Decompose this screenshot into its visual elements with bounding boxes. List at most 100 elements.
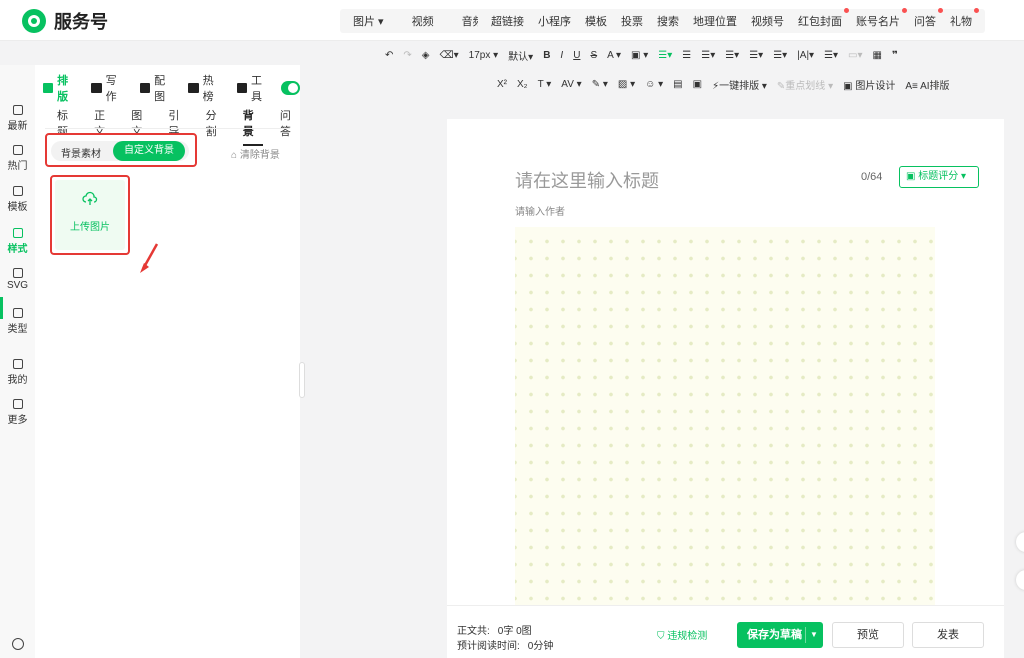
publish-button[interactable]: 发表 bbox=[912, 622, 984, 648]
insert-image-menu[interactable]: 图片 ▾ bbox=[346, 13, 391, 29]
article-body-area[interactable] bbox=[515, 227, 935, 605]
indent-icon[interactable]: ☰▾ bbox=[696, 50, 720, 61]
insert-item-8[interactable]: 账号名片 bbox=[849, 8, 907, 29]
image-design-button[interactable]: ▣ 图片设计 bbox=[838, 77, 900, 92]
insert-item-6[interactable]: 视频号 bbox=[744, 13, 791, 29]
panel-tabs: 排版 写作 配图 热榜 工具 bbox=[43, 72, 300, 104]
image-icon[interactable]: ▨ ▾ bbox=[613, 79, 640, 90]
nav-icon bbox=[12, 186, 23, 196]
help-icon[interactable] bbox=[12, 638, 24, 650]
panel-tab-3[interactable]: 热榜 bbox=[188, 72, 222, 104]
align-left-icon[interactable]: ☰▾ bbox=[653, 50, 677, 61]
subscript-icon[interactable]: X₂ bbox=[512, 79, 533, 90]
sidenav-item-3[interactable]: 样式 bbox=[0, 228, 35, 255]
font-family-select[interactable]: 默认▾ bbox=[503, 48, 538, 63]
nav-icon bbox=[12, 399, 23, 409]
font-size-select[interactable]: 17px ▾ bbox=[464, 50, 504, 61]
sidenav-item-0[interactable]: 最新 bbox=[0, 105, 35, 132]
undo-icon[interactable]: ↶ bbox=[380, 50, 398, 61]
paragraph-spacing-icon[interactable]: ☰▾ bbox=[744, 50, 768, 61]
nav-icon bbox=[12, 105, 23, 115]
format-toolbar: ↶ ↷ ◈ ⌫▾ 17px ▾ 默认▾ B I U S A ▾ ▣ ▾ ☰▾ ☰… bbox=[300, 44, 1024, 100]
style-panel: 排版 写作 配图 热榜 工具 标题 正文 图文 引导 分割 背景 问答 背景素材 自定义背景 ⌂ 清… bbox=[35, 65, 300, 658]
title-input[interactable]: 请在这里输入标题 bbox=[515, 167, 659, 193]
kerning-icon[interactable]: AV ▾ bbox=[556, 79, 586, 90]
list-icon[interactable]: ☰▾ bbox=[768, 50, 792, 61]
sidenav-item-2[interactable]: 模板 bbox=[0, 186, 35, 213]
sidenav-item-4[interactable]: SVG bbox=[0, 268, 35, 291]
highlight-underline-button[interactable]: ✎重点划线 ▾ bbox=[772, 77, 838, 92]
tab-icon bbox=[43, 83, 54, 93]
sidenav-item-6[interactable]: 我的 bbox=[0, 359, 35, 386]
clear-format-icon[interactable]: ⌫▾ bbox=[434, 50, 463, 61]
sidenav-item-5[interactable]: 类型 bbox=[0, 308, 35, 335]
insert-item-2[interactable]: 模板 bbox=[578, 13, 614, 29]
italic-icon[interactable]: I bbox=[555, 50, 568, 61]
upload-image-button[interactable]: 上传图片 bbox=[55, 180, 125, 250]
floating-edge-button[interactable] bbox=[1016, 570, 1024, 590]
underline-icon[interactable]: U bbox=[568, 50, 585, 61]
divider-icon[interactable]: ▭▾ bbox=[843, 50, 867, 61]
panel-tab-2[interactable]: 配图 bbox=[139, 72, 174, 104]
title-score-button[interactable]: ▣ 标题评分 ▾ bbox=[899, 166, 979, 188]
text-style-icon[interactable]: T ▾ bbox=[533, 79, 557, 90]
preview-button[interactable]: 预览 bbox=[832, 622, 904, 648]
insert-item-7[interactable]: 红包封面 bbox=[791, 8, 849, 29]
redo-icon[interactable]: ↷ bbox=[398, 50, 416, 61]
ai-layout-button[interactable]: A≡ AI排版 bbox=[900, 77, 954, 92]
save-draft-button[interactable]: 保存为草稿 ▼ bbox=[737, 622, 823, 648]
toolbox-icon[interactable]: ▣ bbox=[688, 79, 707, 90]
magic-wand-icon[interactable]: ✎ ▾ bbox=[587, 79, 613, 90]
table-icon[interactable]: ▦ bbox=[868, 50, 887, 61]
sidenav-item-7[interactable]: 更多 bbox=[0, 399, 35, 426]
strikethrough-icon[interactable]: S bbox=[585, 50, 602, 61]
compliance-check-button[interactable]: ⛉ 违规检测 bbox=[657, 627, 707, 642]
subtab-6[interactable]: 问答 bbox=[280, 107, 300, 146]
nav-icon bbox=[12, 359, 23, 369]
html-icon[interactable]: ▤ bbox=[668, 79, 687, 90]
panel-tab-0[interactable]: 排版 bbox=[43, 72, 77, 104]
custom-bg-tab[interactable]: 自定义背景 bbox=[113, 141, 185, 161]
quote-icon[interactable]: ❞ bbox=[887, 50, 903, 61]
subtab-5[interactable]: 背景 bbox=[242, 107, 263, 146]
clear-background-button[interactable]: ⌂ 清除背景 bbox=[231, 146, 280, 161]
letter-spacing-icon[interactable]: |A|▾ bbox=[792, 50, 819, 61]
insert-item-0[interactable]: 超链接 bbox=[484, 13, 531, 29]
panel-tab-1[interactable]: 写作 bbox=[91, 72, 125, 104]
subtabs-divider bbox=[45, 128, 290, 129]
title-char-count: 0/64 bbox=[861, 171, 883, 183]
annotation-arrow-icon bbox=[140, 243, 159, 273]
panel-toggle-switch[interactable] bbox=[281, 81, 300, 95]
bg-material-tab[interactable]: 背景素材 bbox=[61, 145, 101, 160]
insert-item-9[interactable]: 问答 bbox=[907, 8, 943, 29]
font-color-icon[interactable]: A ▾ bbox=[602, 50, 626, 61]
insert-item-5[interactable]: 地理位置 bbox=[686, 13, 744, 29]
panel-resize-handle[interactable] bbox=[299, 362, 305, 398]
panel-tab-4[interactable]: 工具 bbox=[236, 72, 271, 104]
superscript-icon[interactable]: X² bbox=[492, 79, 512, 90]
insert-item-1[interactable]: 小程序 bbox=[531, 13, 578, 29]
author-input[interactable]: 请输入作者 bbox=[515, 203, 565, 218]
sidenav-item-1[interactable]: 热门 bbox=[0, 145, 35, 172]
line-height-icon[interactable]: ☰▾ bbox=[720, 50, 744, 61]
format-painter-icon[interactable]: ◈ bbox=[417, 50, 435, 61]
align-center-icon[interactable]: ☰ bbox=[677, 50, 696, 61]
insert-video-menu[interactable]: 视频 bbox=[405, 13, 441, 29]
blockquote-icon[interactable]: ☰▾ bbox=[819, 50, 843, 61]
word-count-stat: 正文共: 0字 0图 bbox=[457, 626, 532, 637]
upload-highlight-box: 上传图片 bbox=[50, 175, 130, 255]
wechat-logo-icon bbox=[22, 9, 46, 33]
tab-icon bbox=[91, 83, 102, 93]
one-click-layout-button[interactable]: ⚡一键排版 ▾ bbox=[707, 77, 772, 92]
insert-item-3[interactable]: 投票 bbox=[614, 13, 650, 29]
emoji-icon[interactable]: ☺ ▾ bbox=[640, 79, 668, 90]
app-logo: 服务号 bbox=[22, 8, 108, 34]
bold-icon[interactable]: B bbox=[538, 50, 555, 61]
bg-segmented-control: 背景素材 自定义背景 bbox=[51, 141, 189, 161]
floating-edge-button[interactable] bbox=[1016, 532, 1024, 552]
bg-segmented-control-highlight: 背景素材 自定义背景 bbox=[45, 133, 197, 167]
insert-item-10[interactable]: 礼物 bbox=[943, 8, 979, 29]
background-color-icon[interactable]: ▣ ▾ bbox=[626, 50, 653, 61]
insert-item-4[interactable]: 搜索 bbox=[650, 13, 686, 29]
subtab-4[interactable]: 分割 bbox=[206, 107, 226, 146]
